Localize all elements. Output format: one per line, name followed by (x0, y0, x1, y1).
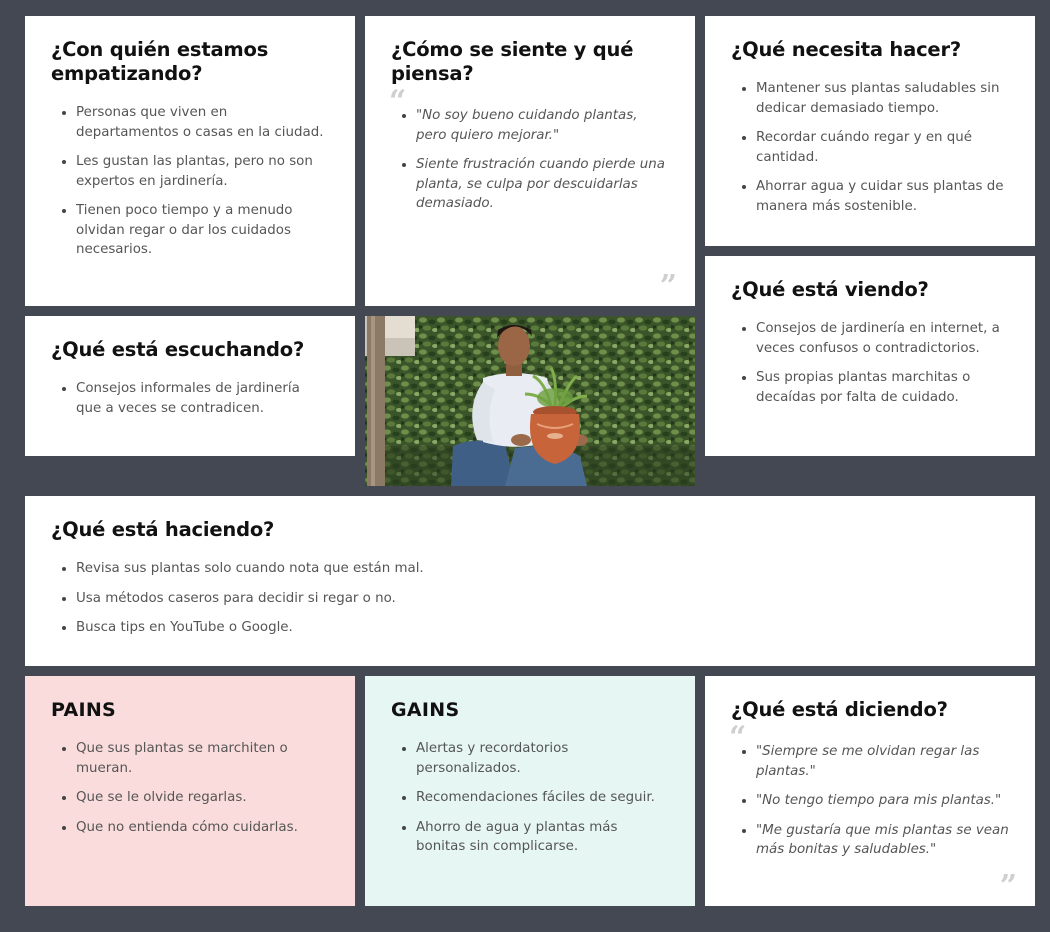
card-needs-to-do: ¿Qué necesita hacer? Mantener sus planta… (705, 16, 1035, 246)
card-hearing: ¿Qué está escuchando? Consejos informale… (25, 316, 355, 456)
list-item: Revisa sus plantas solo cuando nota que … (76, 559, 1009, 579)
list-item: Ahorro de agua y plantas más bonitas sin… (416, 818, 669, 857)
card-title: ¿Qué está escuchando? (51, 338, 305, 361)
list-item: "Me gustaría que mis plantas se vean más… (756, 821, 1009, 860)
card-title: ¿Qué necesita hacer? (731, 38, 961, 61)
card-who-empathizing: ¿Con quién estamos empatizando? Personas… (25, 16, 355, 306)
list-item: Que se le olvide regarlas. (76, 788, 329, 808)
list-item: Busca tips en YouTube o Google. (76, 618, 1009, 638)
pains-list: Que sus plantas se marchiten o mueran. Q… (51, 739, 329, 837)
card-feel-think: ¿Cómo se siente y qué piensa? “ "No soy … (365, 16, 695, 306)
card-title: ¿Qué está viendo? (731, 278, 929, 301)
who-list: Personas que viven en departamentos o ca… (51, 103, 329, 260)
card-saying: ¿Qué está diciendo? “ "Siempre se me olv… (705, 676, 1035, 906)
list-item: Consejos informales de jardinería que a … (76, 379, 329, 418)
card-title: PAINS (51, 699, 117, 721)
list-item: "No tengo tiempo para mis plantas." (756, 791, 1009, 811)
do-list: Mantener sus plantas saludables sin dedi… (731, 79, 1009, 216)
list-item: Recomendaciones fáciles de seguir. (416, 788, 669, 808)
hear-list: Consejos informales de jardinería que a … (51, 379, 329, 418)
list-item: Personas que viven en departamentos o ca… (76, 103, 329, 142)
list-item: Alertas y recordatorios personalizados. (416, 739, 669, 778)
card-title: ¿Cómo se siente y qué piensa? (391, 38, 634, 85)
list-item: Tienen poco tiempo y a menudo olvidan re… (76, 201, 329, 260)
card-title: GAINS (391, 699, 460, 721)
list-item: "No soy bueno cuidando plantas, pero qui… (416, 106, 669, 145)
list-item: Recordar cuándo regar y en qué cantidad. (756, 128, 1009, 167)
list-item: Que sus plantas se marchiten o mueran. (76, 739, 329, 778)
list-item: Ahorrar agua y cuidar sus plantas de man… (756, 177, 1009, 216)
list-item: Les gustan las plantas, pero no son expe… (76, 152, 329, 191)
card-title: ¿Qué está haciendo? (51, 518, 275, 541)
feel-list: "No soy bueno cuidando plantas, pero qui… (391, 106, 669, 214)
quote-close-icon: ” (659, 269, 677, 304)
gains-list: Alertas y recordatorios personalizados. … (391, 739, 669, 857)
quote-close-icon: ” (999, 869, 1017, 904)
say-list: "Siempre se me olvidan regar las plantas… (731, 742, 1009, 860)
doing-list: Revisa sus plantas solo cuando nota que … (51, 559, 1009, 638)
list-item: Mantener sus plantas saludables sin dedi… (756, 79, 1009, 118)
quote-open-icon: “ (389, 84, 407, 119)
card-doing: ¿Qué está haciendo? Revisa sus plantas s… (25, 496, 1035, 666)
card-title: ¿Con quién estamos empatizando? (51, 38, 269, 85)
list-item: "Siempre se me olvidan regar las plantas… (756, 742, 1009, 781)
card-seeing: ¿Qué está viendo? Consejos de jardinería… (705, 256, 1035, 456)
card-gains: GAINS Alertas y recordatorios personaliz… (365, 676, 695, 906)
list-item: Consejos de jardinería en internet, a ve… (756, 319, 1009, 358)
person-holding-plant-photo (365, 316, 695, 486)
list-item: Siente frustración cuando pierde una pla… (416, 155, 669, 214)
list-item: Que no entienda cómo cuidarlas. (76, 818, 329, 838)
quote-open-icon: “ (729, 720, 747, 755)
list-item: Usa métodos caseros para decidir si rega… (76, 589, 1009, 609)
card-title: ¿Qué está diciendo? (731, 698, 948, 721)
see-list: Consejos de jardinería en internet, a ve… (731, 319, 1009, 407)
list-item: Sus propias plantas marchitas o decaídas… (756, 368, 1009, 407)
card-pains: PAINS Que sus plantas se marchiten o mue… (25, 676, 355, 906)
photo-illustration (365, 316, 695, 486)
